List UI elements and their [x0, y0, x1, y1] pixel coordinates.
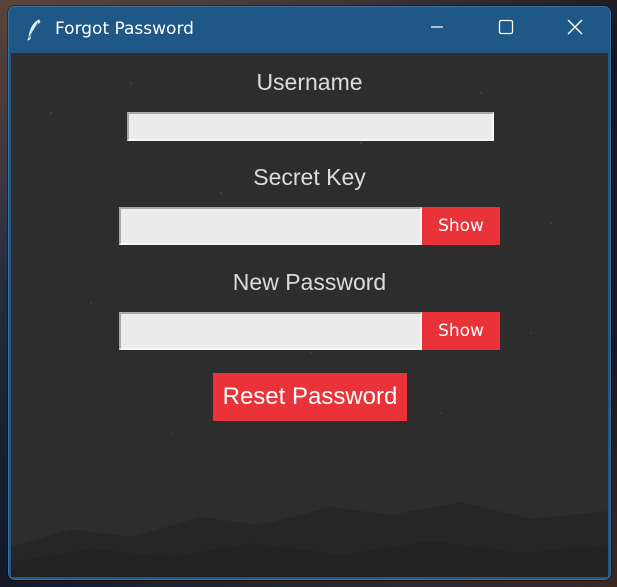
- forgot-password-window: Forgot Password Username Secret Key Show: [8, 6, 611, 580]
- secret-key-input[interactable]: [119, 207, 422, 245]
- form-panel: Username Secret Key Show New Password Sh…: [11, 53, 608, 577]
- title-bar[interactable]: Forgot Password: [9, 7, 610, 52]
- minimize-icon: [430, 20, 444, 39]
- secret-key-show-button[interactable]: Show: [422, 207, 500, 245]
- username-input[interactable]: [127, 112, 494, 141]
- close-button[interactable]: [540, 7, 610, 52]
- minimize-button[interactable]: [402, 7, 472, 52]
- new-password-show-button[interactable]: Show: [422, 312, 500, 350]
- window-title: Forgot Password: [55, 19, 194, 39]
- new-password-label: New Password: [232, 269, 387, 295]
- new-password-input[interactable]: [119, 312, 422, 350]
- feather-icon: [25, 19, 43, 41]
- username-label: Username: [256, 69, 363, 95]
- reset-password-button[interactable]: Reset Password: [213, 373, 407, 421]
- maximize-icon: [498, 19, 514, 40]
- maximize-button[interactable]: [471, 7, 541, 52]
- mountain-silhouette: [11, 502, 608, 577]
- secret-key-label: Secret Key: [253, 164, 366, 190]
- close-icon: [567, 19, 583, 40]
